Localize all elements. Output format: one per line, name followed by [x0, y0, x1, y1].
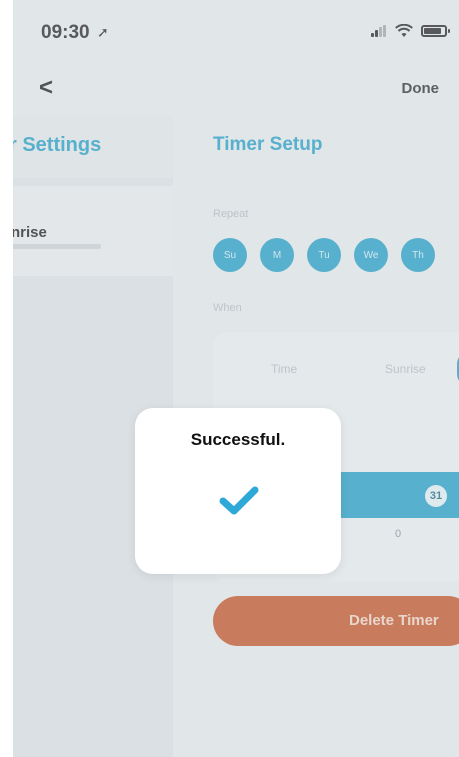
success-title: Successful.: [190, 430, 286, 449]
modal-backdrop: [13, 0, 459, 757]
screen: 09:30 ➚ < Done r Settings nrise Timer Se…: [0, 0, 459, 757]
phone-screen: 09:30 ➚ < Done r Settings nrise Timer Se…: [13, 0, 459, 757]
checkmark-icon: [219, 486, 259, 515]
success-dialog: Successful.: [135, 408, 341, 574]
